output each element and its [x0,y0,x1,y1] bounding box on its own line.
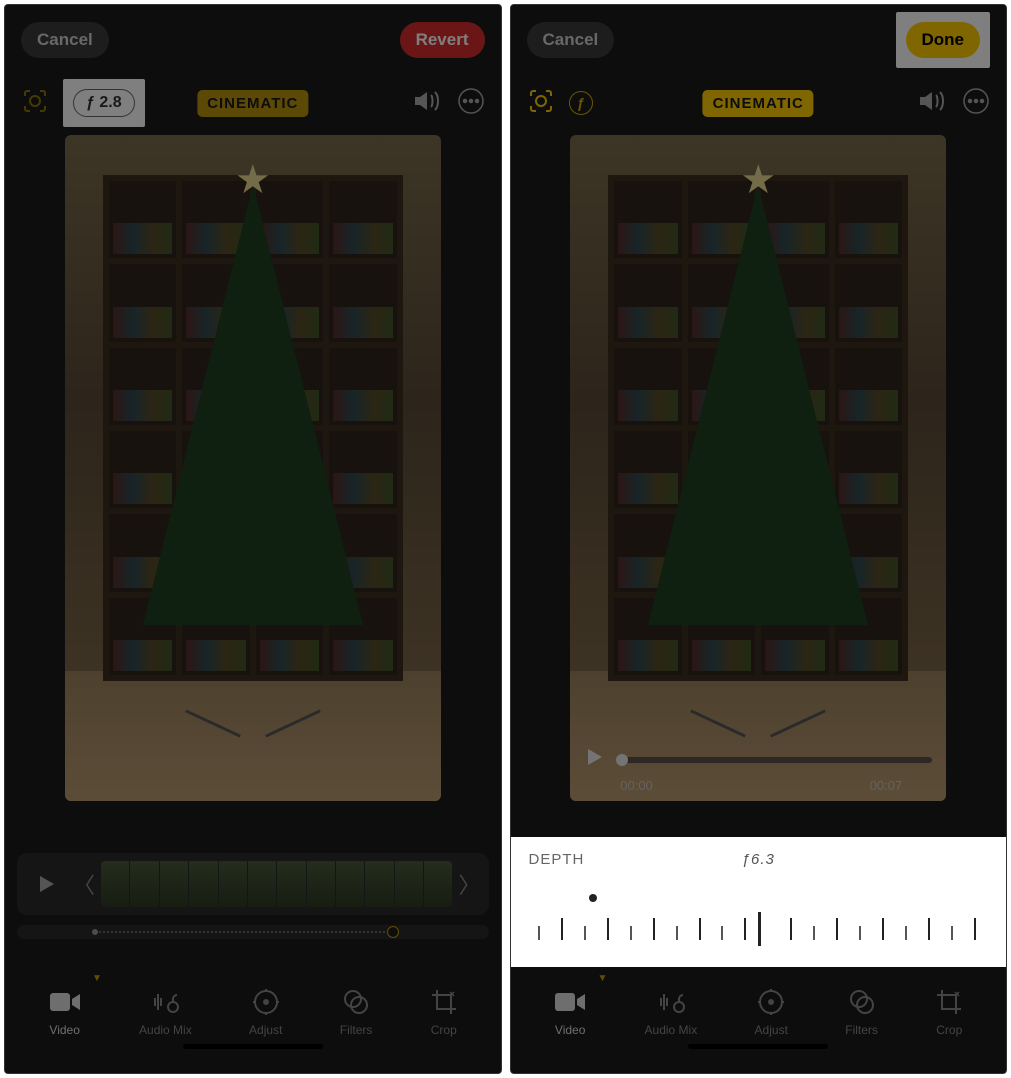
depth-default-marker-icon [589,894,597,902]
tool-label: Crop [936,1023,962,1037]
home-indicator [688,1044,828,1049]
action-row: ƒ 2.8 CINEMATIC [5,75,501,131]
focus-icon[interactable] [527,87,555,120]
video-icon [553,987,587,1017]
tool-label: Adjust [249,1023,282,1037]
tool-label: Crop [431,1023,457,1037]
cinematic-badge: CINEMATIC [703,90,814,117]
play-icon[interactable] [584,747,604,772]
cancel-button[interactable]: Cancel [527,22,615,58]
filters-icon [342,987,370,1017]
tool-label: Video [555,1023,585,1037]
editor-panel-right: Cancel Done ƒ CINEMATIC [510,4,1008,1074]
filters-icon [848,987,876,1017]
tool-crop[interactable]: Crop [430,987,458,1037]
bottom-toolbar: ▼ Video Audio Mix Adjust [5,987,501,1055]
tool-label: Adjust [755,1023,788,1037]
playback-overlay: 00:00 00:07 [570,737,946,801]
focus-timeline[interactable] [17,925,489,939]
tool-crop[interactable]: Crop [935,987,963,1037]
done-highlight: Done [896,12,991,68]
tool-audio-mix[interactable]: Audio Mix [645,987,698,1037]
more-icon[interactable] [457,87,485,120]
tool-video[interactable]: Video [48,987,82,1037]
video-preview[interactable]: ★ 00:00 00:07 [570,135,946,801]
volume-icon[interactable] [918,89,946,118]
focus-icon[interactable] [21,87,49,120]
tool-filters[interactable]: Filters [340,987,373,1037]
tool-label: Filters [340,1023,373,1037]
aperture-highlight: ƒ 2.8 [63,79,145,127]
time-total: 00:07 [870,778,903,793]
depth-slider[interactable] [529,908,989,948]
cancel-button[interactable]: Cancel [21,22,109,58]
progress-bar[interactable] [616,757,932,763]
tool-label: Audio Mix [139,1023,192,1037]
aperture-button[interactable]: ƒ 2.8 [73,89,135,117]
volume-icon[interactable] [413,89,441,118]
tool-video[interactable]: Video [553,987,587,1037]
play-icon[interactable] [25,863,67,905]
home-indicator [183,1044,323,1049]
time-current: 00:00 [620,778,653,793]
top-bar: Cancel Done [511,5,1007,75]
tool-label: Filters [845,1023,878,1037]
cinematic-badge: CINEMATIC [197,90,308,117]
trim-end-icon[interactable]: 〉 [458,868,480,900]
tool-adjust[interactable]: Adjust [755,987,788,1037]
trim-start-icon[interactable]: 〈 [73,868,95,900]
crop-icon [430,987,458,1017]
active-tool-marker-icon: ▼ [92,973,102,984]
audio-mix-icon [149,987,181,1017]
aperture-active-icon[interactable]: ƒ [569,91,593,115]
video-preview[interactable]: ★ [65,135,441,801]
tool-label: Audio Mix [645,1023,698,1037]
audio-mix-icon [655,987,687,1017]
video-scrubber[interactable]: 〈 〉 [17,853,489,915]
tool-adjust[interactable]: Adjust [249,987,282,1037]
scrubber-area: 〈 〉 [17,853,489,939]
filmstrip[interactable] [101,861,452,907]
tool-label: Video [49,1023,79,1037]
video-icon [48,987,82,1017]
editor-panel-left: Cancel Revert ƒ 2.8 CINEMATIC [4,4,502,1074]
done-button[interactable]: Done [906,22,981,58]
tool-filters[interactable]: Filters [845,987,878,1037]
adjust-icon [757,987,785,1017]
active-tool-marker-icon: ▼ [598,973,608,984]
adjust-icon [252,987,280,1017]
more-icon[interactable] [962,87,990,120]
bottom-toolbar: ▼ Video Audio Mix Adjust [511,987,1007,1055]
top-bar: Cancel Revert [5,5,501,75]
action-row: ƒ CINEMATIC [511,75,1007,131]
crop-icon [935,987,963,1017]
tool-audio-mix[interactable]: Audio Mix [139,987,192,1037]
depth-title: DEPTH [529,851,585,868]
depth-value: ƒ6.3 [742,851,775,868]
depth-panel: DEPTH ƒ6.3 [511,837,1007,967]
revert-button[interactable]: Revert [400,22,485,58]
